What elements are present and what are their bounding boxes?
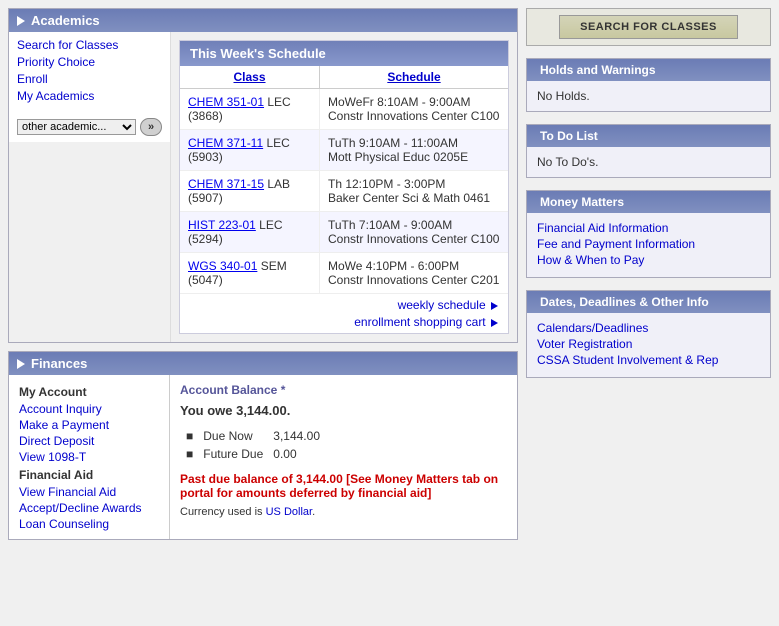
priority-choice-link[interactable]: Priority Choice <box>17 55 162 69</box>
class-link[interactable]: HIST 223-01 <box>188 218 256 232</box>
class-link[interactable]: WGS 340-01 <box>188 259 257 273</box>
fee-payment-link[interactable]: Fee and Payment Information <box>537 237 760 251</box>
table-row: ■ Due Now 3,144.00 <box>182 428 324 444</box>
make-payment-link[interactable]: Make a Payment <box>19 418 159 432</box>
dates-title: Dates, Deadlines & Other Info <box>540 295 709 309</box>
voter-reg-link[interactable]: Voter Registration <box>537 337 760 351</box>
holds-content: No Holds. <box>527 81 770 111</box>
currency-note: Currency used is US Dollar. <box>180 506 507 518</box>
finances-section: Finances My Account Account Inquiry Make… <box>8 351 518 540</box>
holds-title: Holds and Warnings <box>540 63 656 77</box>
academics-title: Academics <box>31 13 100 28</box>
class-cell: CHEM 351-01 LEC (3868) <box>180 89 320 129</box>
table-row: WGS 340-01 SEM (5047) MoWe 4:10PM - 6:00… <box>180 253 508 294</box>
money-title: Money Matters <box>540 195 624 209</box>
academics-header: Academics <box>9 9 517 32</box>
money-section: Money Matters Financial Aid Information … <box>526 190 771 278</box>
todo-title: To Do List <box>540 129 598 143</box>
schedule-column-headers: Class Schedule <box>180 66 508 89</box>
enroll-link[interactable]: Enroll <box>17 72 162 86</box>
collapse-icon <box>17 16 25 26</box>
academics-dropdown-row: other academic... Advising Transfer Cred… <box>9 112 170 142</box>
balance-table: ■ Due Now 3,144.00 ■ Future Due 0.00 <box>180 426 326 464</box>
holds-text: No Holds. <box>537 89 590 103</box>
account-inquiry-link[interactable]: Account Inquiry <box>19 402 159 416</box>
loan-counseling-link[interactable]: Loan Counseling <box>19 517 159 531</box>
schedule-table-container: This Week's Schedule Class Schedule CHEM… <box>179 40 509 334</box>
search-for-classes-button[interactable]: Search For Classes <box>559 15 738 39</box>
collapse-icon <box>17 359 25 369</box>
holds-section: Holds and Warnings No Holds. <box>526 58 771 112</box>
academics-dropdown[interactable]: other academic... Advising Transfer Cred… <box>17 119 136 135</box>
schedule-rows: CHEM 351-01 LEC (3868) MoWeFr 8:10AM - 9… <box>180 89 508 294</box>
todo-text: No To Do's. <box>537 155 598 169</box>
class-cell: CHEM 371-11 LEC (5903) <box>180 130 320 170</box>
future-due-value: 0.00 <box>269 446 324 462</box>
money-header: Money Matters <box>527 191 770 213</box>
view-1098t-link[interactable]: View 1098-T <box>19 450 159 464</box>
finances-title: Finances <box>31 356 87 371</box>
my-account-title: My Account <box>19 385 159 399</box>
due-now-label: Due Now <box>199 428 267 444</box>
direct-deposit-link[interactable]: Direct Deposit <box>19 434 159 448</box>
my-academics-link[interactable]: My Academics <box>17 89 162 103</box>
past-due-notice: Past due balance of 3,144.00 [See Money … <box>180 472 507 500</box>
finances-content: My Account Account Inquiry Make a Paymen… <box>9 375 517 539</box>
todo-section: To Do List No To Do's. <box>526 124 771 178</box>
class-column-header[interactable]: Class <box>180 66 320 88</box>
holds-header: Holds and Warnings <box>527 59 770 81</box>
schedule-cell: MoWeFr 8:10AM - 9:00AMConstr Innovations… <box>320 89 508 129</box>
owe-amount: You owe 3,144.00. <box>180 403 507 418</box>
arrow-right-icon <box>491 302 498 310</box>
schedule-cell: MoWe 4:10PM - 6:00PMConstr Innovations C… <box>320 253 508 293</box>
go-button[interactable]: » <box>140 118 162 136</box>
schedule-header: This Week's Schedule <box>180 41 508 66</box>
schedule-cell: TuTh 9:10AM - 11:00AMMott Physical Educ … <box>320 130 508 170</box>
future-due-label: Future Due <box>199 446 267 462</box>
finances-nav: My Account Account Inquiry Make a Paymen… <box>9 375 169 539</box>
table-row: CHEM 371-15 LAB (5907) Th 12:10PM - 3:00… <box>180 171 508 212</box>
schedule-cell: TuTh 7:10AM - 9:00AMConstr Innovations C… <box>320 212 508 252</box>
due-now-value: 3,144.00 <box>269 428 324 444</box>
balance-title: Account Balance * <box>180 383 507 397</box>
weekly-schedule-link[interactable]: weekly schedule <box>398 298 486 312</box>
dates-content: Calendars/Deadlines Voter Registration C… <box>527 313 770 377</box>
class-cell: HIST 223-01 LEC (5294) <box>180 212 320 252</box>
financial-aid-info-link[interactable]: Financial Aid Information <box>537 221 760 235</box>
table-row: CHEM 351-01 LEC (3868) MoWeFr 8:10AM - 9… <box>180 89 508 130</box>
schedule-cell: Th 12:10PM - 3:00PMBaker Center Sci & Ma… <box>320 171 508 211</box>
schedule-footer: weekly schedule enrollment shopping cart <box>180 294 508 333</box>
search-btn-container: Search For Classes <box>526 8 771 46</box>
account-balance-panel: Account Balance * You owe 3,144.00. ■ Du… <box>169 375 517 539</box>
class-link[interactable]: CHEM 351-01 <box>188 95 264 109</box>
calendars-link[interactable]: Calendars/Deadlines <box>537 321 760 335</box>
class-link[interactable]: CHEM 371-11 <box>188 136 263 150</box>
dates-header: Dates, Deadlines & Other Info <box>527 291 770 313</box>
academics-nav: Search for Classes Priority Choice Enrol… <box>9 32 170 112</box>
currency-link[interactable]: US Dollar <box>266 506 312 518</box>
enrollment-cart-link[interactable]: enrollment shopping cart <box>354 315 485 329</box>
class-cell: CHEM 371-15 LAB (5907) <box>180 171 320 211</box>
dates-section: Dates, Deadlines & Other Info Calendars/… <box>526 290 771 378</box>
accept-decline-link[interactable]: Accept/Decline Awards <box>19 501 159 515</box>
todo-content: No To Do's. <box>527 147 770 177</box>
finances-header: Finances <box>9 352 517 375</box>
money-content: Financial Aid Information Fee and Paymen… <box>527 213 770 277</box>
todo-header: To Do List <box>527 125 770 147</box>
schedule-column-header[interactable]: Schedule <box>320 66 508 88</box>
arrow-right-icon <box>491 319 498 327</box>
financial-aid-title: Financial Aid <box>19 468 159 482</box>
table-row: CHEM 371-11 LEC (5903) TuTh 9:10AM - 11:… <box>180 130 508 171</box>
how-when-pay-link[interactable]: How & When to Pay <box>537 253 760 267</box>
class-cell: WGS 340-01 SEM (5047) <box>180 253 320 293</box>
view-financial-aid-link[interactable]: View Financial Aid <box>19 485 159 499</box>
table-row: ■ Future Due 0.00 <box>182 446 324 462</box>
search-classes-link[interactable]: Search for Classes <box>17 38 162 52</box>
class-link[interactable]: CHEM 371-15 <box>188 177 264 191</box>
table-row: HIST 223-01 LEC (5294) TuTh 7:10AM - 9:0… <box>180 212 508 253</box>
cssa-link[interactable]: CSSA Student Involvement & Rep <box>537 353 760 367</box>
